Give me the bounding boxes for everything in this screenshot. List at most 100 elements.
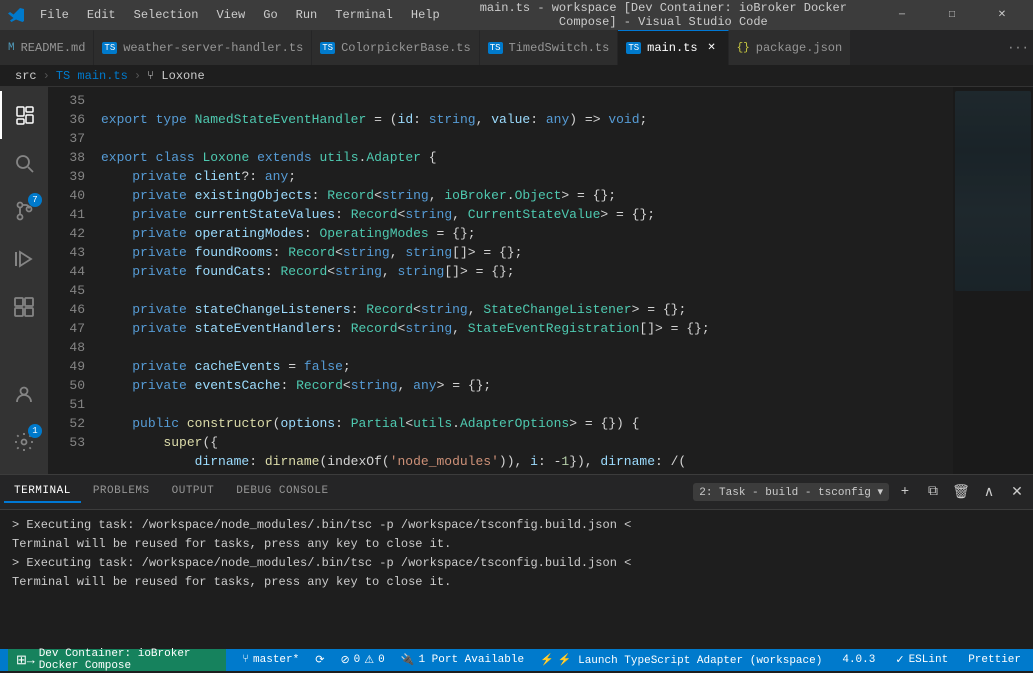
prettier-label: Prettier [968, 654, 1021, 666]
status-prettier[interactable]: Prettier [964, 649, 1025, 671]
activity-explorer[interactable] [0, 91, 48, 139]
activity-source-control[interactable]: 7 [0, 187, 48, 235]
tab-main-label: main.ts [647, 41, 697, 55]
error-icon: ⊘ [340, 653, 349, 667]
warning-icon: ⚠ [364, 653, 374, 667]
breadcrumb: src › TS main.ts › ⑂ Loxone [0, 65, 1033, 87]
status-remote[interactable]: ⊞→ Dev Container: ioBroker Docker Compos… [8, 649, 226, 671]
tab-timedswitch[interactable]: TS TimedSwitch.ts [480, 30, 619, 65]
tab-package-label: package.json [756, 41, 842, 55]
terminal-maximize-button[interactable]: ∧ [977, 480, 1001, 504]
activity-extensions[interactable] [0, 283, 48, 331]
terminal-selector[interactable]: 2: Task - build - tsconfig ▾ [693, 483, 889, 501]
terminal-tab[interactable]: TERMINAL [4, 481, 81, 503]
close-button[interactable]: ✕ [979, 0, 1025, 30]
tab-weather[interactable]: TS weather-server-handler.ts [94, 30, 312, 65]
status-left: ⊞→ Dev Container: ioBroker Docker Compos… [8, 649, 826, 671]
eslint-icon: ✓ [895, 653, 904, 667]
tab-colorpicker[interactable]: TS ColorpickerBase.ts [312, 30, 479, 65]
breadcrumb-main-ts[interactable]: TS main.ts [56, 69, 128, 83]
menu-selection[interactable]: Selection [126, 6, 207, 24]
status-version[interactable]: 4.0.3 [838, 649, 879, 671]
code-content[interactable]: export type NamedStateEventHandler = (id… [93, 87, 953, 474]
activity-run[interactable] [0, 235, 48, 283]
ts-icon3: TS [488, 42, 503, 54]
status-launch[interactable]: ⚡ ⚡ Launch TypeScript Adapter (workspace… [536, 649, 826, 671]
tab-main[interactable]: TS main.ts ✕ [618, 30, 728, 65]
terminal-line-5: > Executing task: /workspace/node_module… [12, 554, 1021, 573]
menu-help[interactable]: Help [403, 6, 448, 24]
activity-search[interactable] [0, 139, 48, 187]
tab-package[interactable]: {} package.json [729, 30, 852, 65]
status-sync[interactable]: ⟳ [311, 649, 328, 671]
ts-icon2: TS [320, 42, 335, 54]
activity-bar: 7 1 [0, 87, 48, 474]
window-title: main.ts - workspace [Dev Container: ioBr… [456, 1, 871, 29]
menu-edit[interactable]: Edit [79, 6, 124, 24]
minimize-button[interactable]: ─ [879, 0, 925, 30]
code-area[interactable]: 35 36 37 38 39 40 41 42 43 44 45 46 47 4… [48, 87, 1033, 474]
output-tab[interactable]: OUTPUT [162, 481, 225, 503]
terminal-trash-button[interactable]: 🗑 [949, 480, 973, 504]
status-branch[interactable]: ⑂ master* [238, 649, 303, 671]
json-icon: {} [737, 42, 750, 54]
debug-console-tab[interactable]: DEBUG CONSOLE [226, 481, 338, 503]
tab-main-close[interactable]: ✕ [704, 40, 720, 56]
ports-icon: 🔌 [401, 653, 415, 667]
terminal-line-1: > Executing task: /workspace/node_module… [12, 516, 1021, 535]
warning-count: 0 [378, 654, 385, 666]
maximize-button[interactable]: □ [929, 0, 975, 30]
problems-tab[interactable]: PROBLEMS [83, 481, 160, 503]
tab-readme[interactable]: M README.md [0, 30, 94, 65]
error-count: 0 [354, 654, 361, 666]
terminal-controls: 2: Task - build - tsconfig ▾ + ⧉ 🗑 ∧ ✕ [693, 480, 1029, 504]
branch-label: master* [253, 654, 299, 666]
launch-label: ⚡ Launch TypeScript Adapter (workspace) [558, 653, 823, 667]
breadcrumb-loxone[interactable]: ⑂ Loxone [147, 69, 205, 83]
menu-view[interactable]: View [208, 6, 253, 24]
ports-label: 1 Port Available [418, 654, 524, 666]
tab-more-button[interactable]: ··· [1003, 30, 1033, 65]
status-errors[interactable]: ⊘ 0 ⚠ 0 [336, 649, 388, 671]
ts-icon: TS [102, 42, 117, 54]
terminal-close-button[interactable]: ✕ [1005, 480, 1029, 504]
vscode-icon [8, 7, 24, 23]
menu-bar: File Edit Selection View Go Run Terminal… [32, 6, 448, 24]
breadcrumb-src[interactable]: src [15, 69, 37, 83]
terminal-content[interactable]: > Executing task: /workspace/node_module… [0, 510, 1033, 649]
launch-icon: ⚡ [540, 653, 554, 667]
menu-terminal[interactable]: Terminal [327, 6, 401, 24]
activity-accounts[interactable] [0, 370, 48, 418]
editor: 35 36 37 38 39 40 41 42 43 44 45 46 47 4… [48, 87, 1033, 474]
tab-readme-label: README.md [21, 41, 86, 55]
tab-bar: M README.md TS weather-server-handler.ts… [0, 30, 1033, 65]
terminal-panel: TERMINAL PROBLEMS OUTPUT DEBUG CONSOLE 2… [0, 474, 1033, 649]
status-ports[interactable]: 🔌 1 Port Available [397, 649, 528, 671]
menu-file[interactable]: File [32, 6, 77, 24]
main-layout: 7 1 35 36 37 38 39 40 [0, 87, 1033, 474]
breadcrumb-sep2: › [134, 69, 141, 83]
window-controls: ─ □ ✕ [879, 0, 1025, 30]
menu-run[interactable]: Run [288, 6, 326, 24]
terminal-add-button[interactable]: + [893, 480, 917, 504]
version-label: 4.0.3 [842, 654, 875, 666]
tab-colorpicker-label: ColorpickerBase.ts [341, 41, 471, 55]
terminal-selector-label: 2: Task - build - tsconfig ▾ [699, 485, 883, 499]
remote-icon: ⊞→ [16, 653, 35, 668]
terminal-tabs: TERMINAL PROBLEMS OUTPUT DEBUG CONSOLE 2… [0, 475, 1033, 510]
title-bar: File Edit Selection View Go Run Terminal… [0, 0, 1033, 30]
tab-timedswitch-label: TimedSwitch.ts [509, 41, 610, 55]
settings-badge: 1 [28, 424, 42, 438]
tab-weather-label: weather-server-handler.ts [123, 41, 303, 55]
source-control-badge: 7 [28, 193, 42, 207]
sync-icon: ⟳ [315, 653, 324, 667]
activity-settings[interactable]: 1 [0, 418, 48, 466]
breadcrumb-sep1: › [43, 69, 50, 83]
activity-bottom: 1 [0, 370, 48, 466]
menu-go[interactable]: Go [255, 6, 285, 24]
terminal-split-button[interactable]: ⧉ [921, 480, 945, 504]
remote-label: Dev Container: ioBroker Docker Compose [39, 648, 219, 672]
branch-icon: ⑂ [242, 654, 249, 666]
status-eslint[interactable]: ✓ ESLint [891, 649, 952, 671]
status-right: 4.0.3 ✓ ESLint Prettier [838, 649, 1025, 671]
